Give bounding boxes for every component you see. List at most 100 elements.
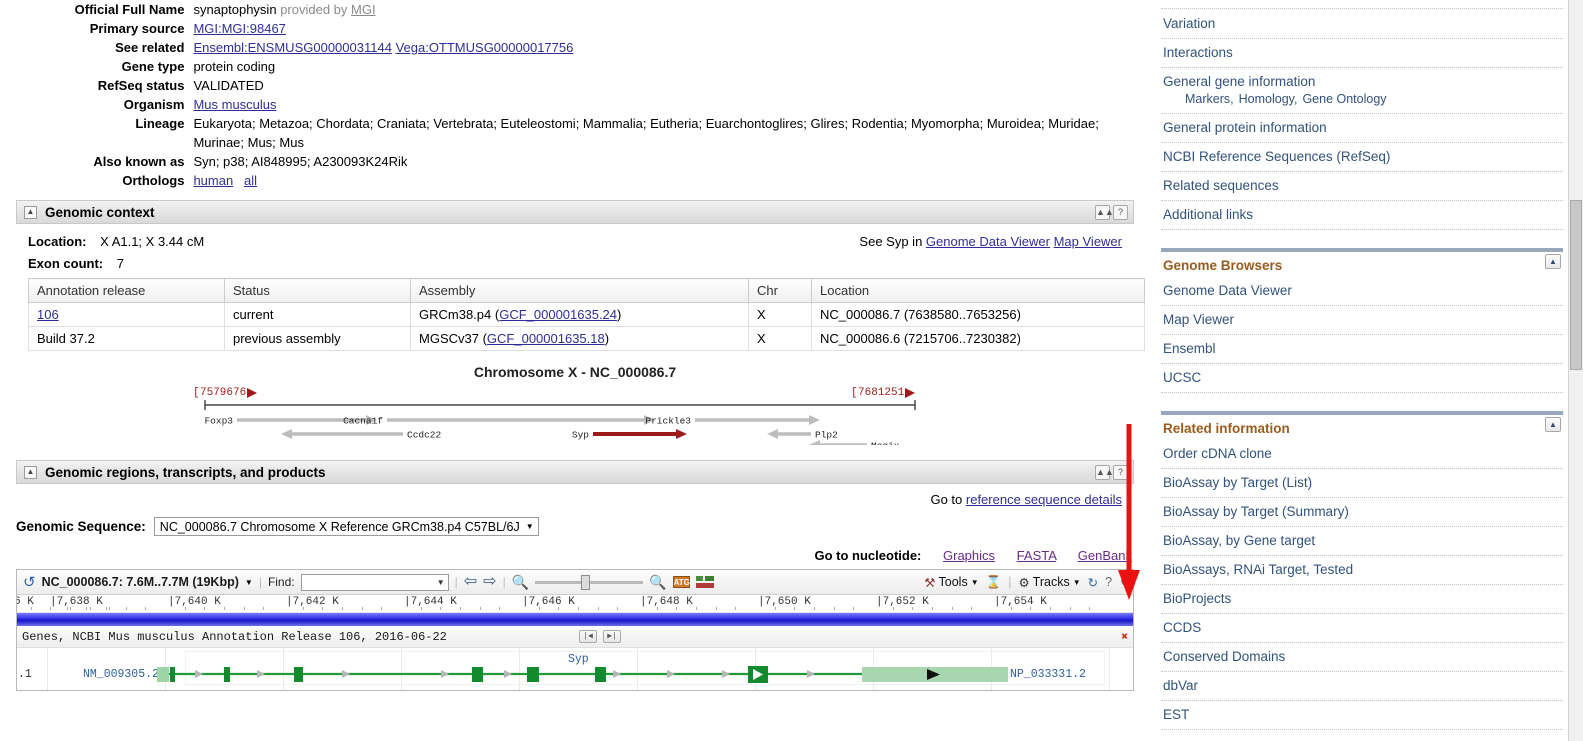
find-label: Find: xyxy=(267,575,295,589)
sidebar-link-general-gene-information[interactable]: General gene information xyxy=(1161,68,1563,90)
gene-label[interactable]: Plp2 xyxy=(815,430,838,441)
chevron-down-icon: ▼ xyxy=(436,577,445,587)
collapse-toggle-icon[interactable]: ▲ xyxy=(24,205,37,219)
scroll-to-top-icon[interactable]: ▲▲ xyxy=(1095,465,1114,480)
organism-link[interactable]: Mus musculus xyxy=(193,97,276,112)
reload-icon[interactable]: ↻ xyxy=(1088,575,1098,590)
jump-previous-icon[interactable]: |◀ xyxy=(579,630,597,643)
sidebar-link-related-sequences[interactable]: Related sequences xyxy=(1161,172,1563,201)
tracks-layout-icon[interactable] xyxy=(695,575,714,589)
gene-label[interactable]: Prickle3 xyxy=(645,416,691,427)
ortholog-human-link[interactable]: human xyxy=(193,173,233,188)
genomic-sequence-row: Genomic Sequence: NC_000086.7 Chromosome… xyxy=(16,517,1134,536)
collapse-toggle-icon[interactable]: ▲ xyxy=(1545,417,1561,432)
genbank-link[interactable]: GenBank xyxy=(1078,548,1132,563)
collapse-tracks-icon[interactable]: ⌛ xyxy=(986,575,1002,590)
genome-data-viewer-link[interactable]: Genome Data Viewer xyxy=(926,234,1050,249)
related-info-link-conserved-domains[interactable]: Conserved Domains xyxy=(1161,643,1563,672)
zoom-in-icon[interactable]: 🔍 xyxy=(649,575,666,589)
assembly-accession-link[interactable]: GCF_000001635.18 xyxy=(487,331,605,346)
related-info-link-est[interactable]: EST xyxy=(1161,701,1563,730)
collapse-toggle-icon[interactable]: ▲ xyxy=(1545,254,1561,269)
related-info-link-ccds[interactable]: CCDS xyxy=(1161,614,1563,643)
genome-browser-link-map-viewer[interactable]: Map Viewer xyxy=(1161,306,1563,335)
sequence-overview-bar[interactable] xyxy=(17,613,1133,626)
gene-label[interactable]: Magix xyxy=(871,441,900,452)
related-info-link-bioassay-by-target-list[interactable]: BioAssay by Target (List) xyxy=(1161,469,1563,498)
gene-label[interactable]: Ccdc22 xyxy=(407,430,442,441)
jump-next-icon[interactable]: ▶| xyxy=(603,630,621,643)
fasta-link[interactable]: FASTA xyxy=(1017,548,1057,563)
assembly-accession-link[interactable]: GCF_000001635.24 xyxy=(499,307,617,322)
related-info-link-bioassay-by-gene-target[interactable]: BioAssay, by Gene target xyxy=(1161,527,1563,556)
scrollbar-thumb[interactable] xyxy=(1570,200,1582,370)
sidebar-link-ncbi-reference-sequences-refseq[interactable]: NCBI Reference Sequences (RefSeq) xyxy=(1161,143,1563,172)
genome-browser-link-genome-data-viewer[interactable]: Genome Data Viewer xyxy=(1161,277,1563,306)
pan-right-icon[interactable]: ⇨ xyxy=(483,574,496,590)
section-rule xyxy=(1161,411,1563,415)
exon-block xyxy=(595,667,606,682)
help-icon[interactable]: ? xyxy=(1113,465,1128,480)
genome-browser-link-ucsc[interactable]: UCSC xyxy=(1161,364,1563,393)
sidebar-sublink-markers[interactable]: Markers, xyxy=(1185,92,1234,106)
ensembl-link[interactable]: Ensembl:ENSMUSG00000031144 xyxy=(193,40,392,55)
utr-5prime-block xyxy=(157,667,169,682)
ortholog-all-link[interactable]: all xyxy=(244,173,257,188)
sequence-ruler[interactable]: 6 K|7,638 K|7,640 K|7,642 K|7,644 K|7,64… xyxy=(17,595,1133,613)
sidebar-sublink-gene-ontology[interactable]: Gene Ontology xyxy=(1302,92,1386,106)
help-icon[interactable]: ? xyxy=(1113,205,1128,220)
summary-row-official-full-name: Official Full Name synaptophysin provide… xyxy=(0,0,1150,19)
graphics-link[interactable]: Graphics xyxy=(943,548,995,563)
sequence-viewer: ↺ NC_000086.7: 7.6M..7.7M (19Kbp) ▼ | Fi… xyxy=(16,569,1134,691)
summary-row-also-known-as: Also known as Syn; p38; AI848995; A23009… xyxy=(0,152,1150,171)
zoom-slider-track[interactable] xyxy=(535,574,644,590)
primary-source-link[interactable]: MGI:MGI:98467 xyxy=(193,21,285,36)
page-scrollbar[interactable] xyxy=(1568,0,1583,741)
sequence-viewer-location[interactable]: NC_000086.7: 7.6M..7.7M (19Kbp) xyxy=(42,575,239,589)
find-input[interactable]: ▼ xyxy=(300,573,449,591)
chevron-down-icon[interactable]: ▼ xyxy=(1119,578,1127,587)
atg-codon-icon[interactable]: ATG xyxy=(672,576,690,588)
tracks-menu[interactable]: ⚙ Tracks ▼ xyxy=(1018,575,1080,590)
mgi-source-link[interactable]: MGI xyxy=(351,2,376,17)
scroll-to-top-icon[interactable]: ▲▲ xyxy=(1095,205,1114,220)
map-viewer-link[interactable]: Map Viewer xyxy=(1054,234,1122,249)
sidebar-link-interactions[interactable]: Interactions xyxy=(1161,39,1563,68)
sidebar-link-variation[interactable]: Variation xyxy=(1161,10,1563,39)
gene-label[interactable]: Syp xyxy=(572,430,589,441)
zoom-slider-thumb[interactable] xyxy=(581,574,591,590)
related-information-block: ▲ Related information Order cDNA clone Bi… xyxy=(1161,411,1563,730)
chevron-down-icon[interactable]: ▼ xyxy=(245,578,253,587)
genome-browser-link-ensembl[interactable]: Ensembl xyxy=(1161,335,1563,364)
genomic-context-section-header: ▲ Genomic context ▲▲ ? xyxy=(16,200,1134,224)
summary-label: Gene type xyxy=(121,59,185,74)
help-icon[interactable]: ? xyxy=(1105,575,1112,589)
genome-browsers-heading: Genome Browsers xyxy=(1163,258,1283,273)
zoom-slider[interactable] xyxy=(535,574,644,590)
collapse-toggle-icon[interactable]: ▲ xyxy=(24,465,37,479)
vega-link[interactable]: Vega:OTTMUSG00000017756 xyxy=(396,40,574,55)
related-info-link-dbvar[interactable]: dbVar xyxy=(1161,672,1563,701)
related-info-link-order-cdna-clone[interactable]: Order cDNA clone xyxy=(1161,440,1563,469)
ruler-tick-label: |7,652 K xyxy=(876,596,929,608)
related-info-link-bioassays-rnai-target-tested[interactable]: BioAssays, RNAi Target, Tested xyxy=(1161,556,1563,585)
genomic-sequence-select[interactable]: NC_000086.7 Chromosome X Reference GRCm3… xyxy=(153,517,539,536)
zoom-out-icon[interactable]: 🔍 xyxy=(512,575,529,589)
gene-label[interactable]: Foxp3 xyxy=(204,416,233,427)
reference-sequence-details-link[interactable]: reference sequence details xyxy=(966,492,1122,507)
pan-left-icon[interactable]: ⇦ xyxy=(464,574,477,590)
undo-icon[interactable]: ↺ xyxy=(23,575,36,590)
annotation-release-link[interactable]: 106 xyxy=(37,307,59,322)
sidebar-link-general-protein-information[interactable]: General protein information xyxy=(1161,114,1563,143)
tools-menu[interactable]: ⚒ Tools ▼ xyxy=(924,575,978,590)
gene-label[interactable]: Cacna1f xyxy=(343,416,383,427)
location-row: Location: X A1.1; X 3.44 cM See Syp in G… xyxy=(28,234,1122,249)
sidebar-sublink-homology[interactable]: Homology, xyxy=(1239,92,1298,106)
ruler-minor-tick xyxy=(1089,607,1091,610)
related-info-link-bioassay-by-target-summary[interactable]: BioAssay by Target (Summary) xyxy=(1161,498,1563,527)
related-info-link-bioprojects[interactable]: BioProjects xyxy=(1161,585,1563,614)
summary-label: RefSeq status xyxy=(97,78,185,93)
close-track-icon[interactable]: ✖ xyxy=(1121,630,1128,644)
ruler-minor-tick xyxy=(302,607,304,610)
sidebar-link-additional-links[interactable]: Additional links xyxy=(1161,201,1563,230)
